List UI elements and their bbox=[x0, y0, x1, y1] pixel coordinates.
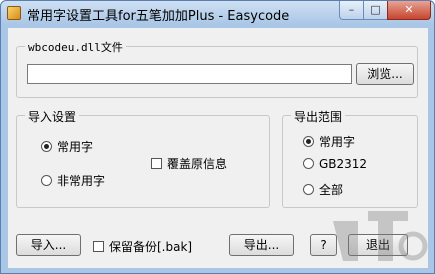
watermark-logo bbox=[333, 211, 428, 261]
import-settings-group: 导入设置 常用字 非常用字 覆盖原信息 bbox=[16, 108, 270, 208]
checkbox-keep-backup[interactable]: 保留备份[.bak] bbox=[93, 238, 192, 255]
checkbox-indicator[interactable] bbox=[93, 241, 104, 252]
radio-export-common-label: 常用字 bbox=[319, 135, 356, 149]
checkbox-overwrite-label: 覆盖原信息 bbox=[167, 157, 228, 171]
dll-file-group-label: wbcodeu.dll文件 bbox=[25, 39, 126, 55]
radio-export-gb2312[interactable]: GB2312 bbox=[303, 157, 367, 171]
maximize-button[interactable]: □ bbox=[363, 1, 388, 20]
close-button[interactable]: ✕ bbox=[387, 1, 431, 20]
radio-indicator[interactable] bbox=[41, 175, 52, 186]
radio-indicator[interactable] bbox=[41, 141, 52, 152]
import-settings-label: 导入设置 bbox=[25, 108, 80, 125]
checkbox-keep-backup-label: 保留备份[.bak] bbox=[109, 240, 193, 254]
minimize-button[interactable]: – bbox=[339, 1, 364, 20]
watermark-circle bbox=[398, 231, 428, 261]
dll-path-input[interactable] bbox=[27, 64, 352, 84]
checkbox-overwrite[interactable]: 覆盖原信息 bbox=[151, 155, 227, 172]
export-button[interactable]: 导出... bbox=[229, 234, 294, 256]
watermark-mark bbox=[333, 211, 408, 261]
window-title: 常用字设置工具for五笔加加Plus - Easycode bbox=[27, 9, 290, 24]
radio-export-common[interactable]: 常用字 bbox=[303, 133, 355, 150]
radio-uncommon-chars-label: 非常用字 bbox=[57, 174, 106, 188]
radio-uncommon-chars[interactable]: 非常用字 bbox=[41, 172, 105, 189]
export-range-label: 导出范围 bbox=[291, 108, 346, 125]
radio-common-chars[interactable]: 常用字 bbox=[41, 138, 93, 155]
app-icon bbox=[7, 6, 21, 20]
radio-indicator[interactable] bbox=[303, 158, 314, 169]
dll-file-group: wbcodeu.dll文件 浏览... bbox=[16, 39, 418, 98]
import-button[interactable]: 导入... bbox=[16, 234, 81, 256]
app-window: 常用字设置工具for五笔加加Plus - Easycode – □ ✕ wbco… bbox=[0, 0, 435, 274]
browse-button[interactable]: 浏览... bbox=[356, 63, 414, 85]
radio-common-chars-label: 常用字 bbox=[57, 140, 94, 154]
radio-export-gb2312-label: GB2312 bbox=[319, 157, 368, 171]
title-bar[interactable]: 常用字设置工具for五笔加加Plus - Easycode – □ ✕ bbox=[1, 1, 434, 25]
checkbox-indicator[interactable] bbox=[151, 158, 162, 169]
radio-indicator[interactable] bbox=[303, 136, 314, 147]
